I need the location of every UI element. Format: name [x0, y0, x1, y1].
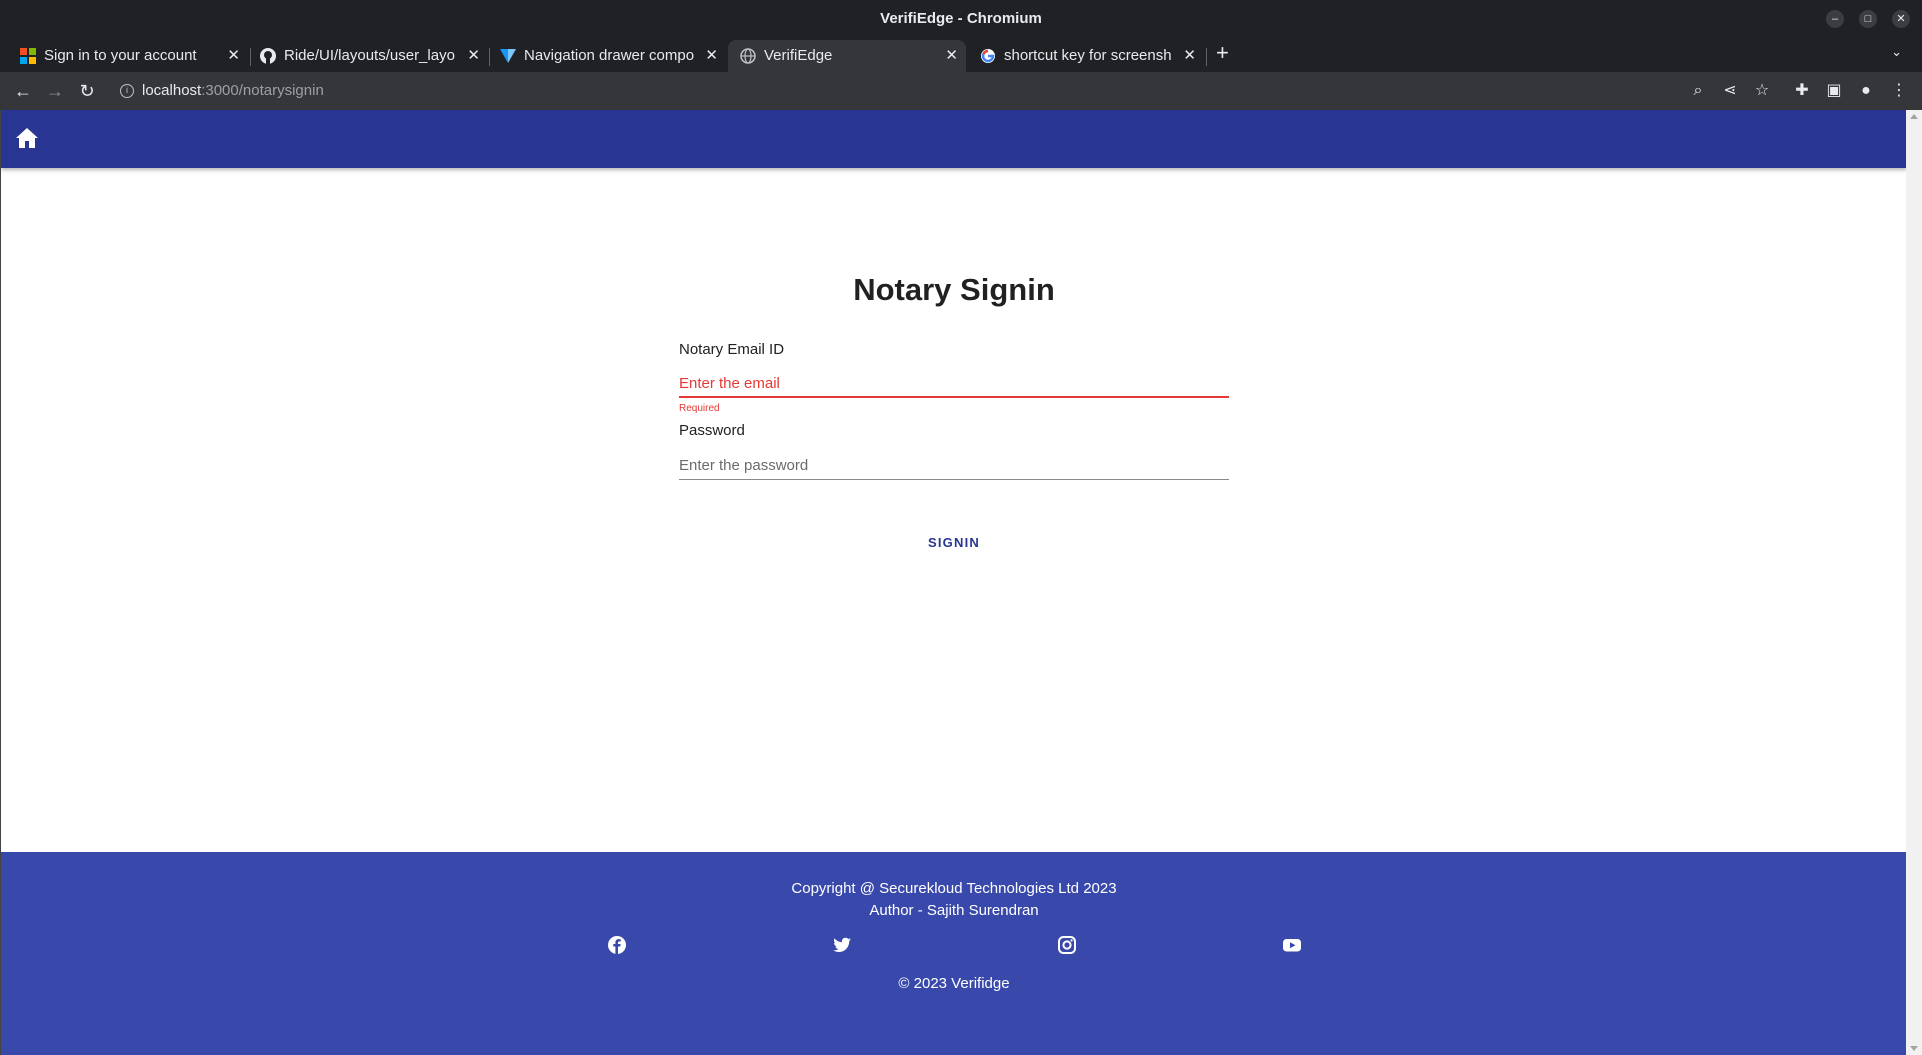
new-tab-icon[interactable]: + [1216, 40, 1229, 66]
close-window-button[interactable]: ✕ [1892, 10, 1910, 28]
maximize-button[interactable]: □ [1859, 10, 1877, 28]
footer-copyright: Copyright @ Securekloud Technologies Ltd… [1, 878, 1906, 922]
github-icon [260, 48, 276, 64]
twitter-icon[interactable] [832, 935, 852, 955]
email-label: Notary Email ID [679, 341, 785, 358]
home-icon[interactable] [15, 126, 39, 150]
facebook-icon[interactable] [607, 935, 627, 955]
scroll-down-icon[interactable] [1910, 1046, 1918, 1051]
tab-strip: Sign in to your account ✕ Ride/UI/layout… [0, 38, 1922, 72]
window-title: VerifiEdge - Chromium [880, 10, 1042, 27]
info-icon[interactable]: i [120, 84, 134, 98]
tab-title: Sign in to your account [44, 47, 197, 64]
tab-title: shortcut key for screensho [1004, 47, 1172, 64]
google-icon [981, 49, 995, 63]
tab-search-icon[interactable]: ⌄ [1891, 44, 1902, 60]
email-field-wrapper [679, 358, 1229, 398]
email-field[interactable] [679, 370, 1229, 396]
side-panel-icon[interactable]: ▣ [1824, 81, 1844, 101]
back-icon[interactable]: ← [12, 80, 34, 102]
page-viewport: Notary Signin Notary Email ID Required P… [0, 110, 1906, 1055]
signin-button[interactable]: SIGNIN [912, 527, 996, 558]
tab-sign-in[interactable]: Sign in to your account ✕ [8, 40, 248, 72]
tab-title: VerifiEdge [764, 47, 833, 64]
tab-github[interactable]: Ride/UI/layouts/user_layo ✕ [248, 40, 488, 72]
vuetify-icon [500, 49, 516, 63]
browser-toolbar: ← → ↻ i localhost:3000/notarysignin ⌕ ⋖ … [0, 72, 1922, 110]
menu-kebab-icon[interactable]: ⋮ [1889, 81, 1909, 101]
tab-verifiedge[interactable]: VerifiEdge ✕ [728, 40, 966, 72]
forward-icon[interactable]: → [44, 80, 66, 102]
instagram-icon[interactable] [1057, 935, 1077, 955]
copyright-text: Copyright @ Securekloud Technologies Ltd… [791, 880, 1117, 897]
address-bar[interactable]: i localhost:3000/notarysignin [110, 76, 1670, 106]
password-label: Password [679, 422, 745, 439]
tab-close-icon[interactable]: ✕ [945, 46, 958, 64]
globe-icon [740, 48, 756, 64]
tab-close-icon[interactable]: ✕ [227, 46, 240, 64]
signin-form: Notary Signin Notary Email ID Required P… [679, 260, 1229, 558]
bookmark-star-icon[interactable]: ☆ [1752, 81, 1772, 101]
profile-icon[interactable]: ● [1856, 81, 1876, 101]
reload-icon[interactable]: ↻ [76, 80, 98, 102]
page-scrollbar[interactable] [1906, 110, 1922, 1055]
footer: Copyright @ Securekloud Technologies Ltd… [1, 852, 1906, 1055]
author-text: Author - Sajith Surendran [869, 902, 1039, 919]
microsoft-icon [20, 48, 36, 64]
tab-google[interactable]: shortcut key for screensho ✕ [968, 40, 1204, 72]
password-field-wrapper [679, 440, 1229, 480]
tab-title: Navigation drawer compo [524, 47, 694, 64]
tab-close-icon[interactable]: ✕ [705, 46, 718, 64]
url-text: localhost:3000/notarysignin [142, 82, 324, 99]
scroll-up-icon[interactable] [1910, 114, 1918, 119]
tab-close-icon[interactable]: ✕ [1183, 46, 1196, 64]
footer-bottom-text: © 2023 Verifidge [898, 975, 1010, 992]
app-bar [1, 110, 1906, 168]
page-title: Notary Signin [853, 272, 1055, 307]
tab-close-icon[interactable]: ✕ [467, 46, 480, 64]
tab-vuetify[interactable]: Navigation drawer compo ✕ [488, 40, 726, 72]
email-helper-text: Required [679, 403, 720, 414]
zoom-icon[interactable]: ⌕ [1688, 81, 1708, 101]
minimize-button[interactable]: – [1826, 10, 1844, 28]
youtube-icon[interactable] [1282, 935, 1302, 955]
extensions-icon[interactable]: ✚ [1792, 81, 1812, 101]
share-icon[interactable]: ⋖ [1720, 81, 1740, 101]
password-field[interactable] [679, 452, 1229, 478]
window-titlebar: VerifiEdge - Chromium – □ ✕ [0, 0, 1922, 38]
tab-title: Ride/UI/layouts/user_layo [284, 47, 455, 64]
